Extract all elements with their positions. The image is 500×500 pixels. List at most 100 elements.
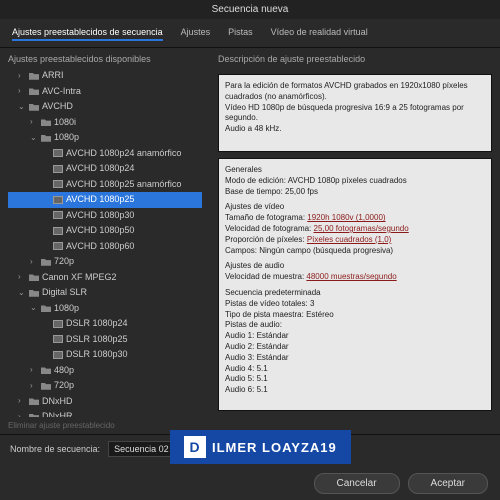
- tree-item-label: DSLR 1080p24: [66, 317, 128, 331]
- chevron-right-icon[interactable]: ›: [30, 256, 38, 268]
- tree-folder[interactable]: › AVC-Intra: [8, 84, 202, 100]
- ok-button[interactable]: Aceptar: [408, 473, 488, 494]
- tree-item-label: AVCHD 1080p30: [66, 209, 134, 223]
- tree-folder[interactable]: ›DNxHR: [8, 409, 202, 417]
- description-box[interactable]: Para la edición de formatos AVCHD grabad…: [218, 74, 492, 152]
- chevron-right-icon[interactable]: ›: [30, 380, 38, 392]
- tree-preset[interactable]: AVCHD 1080p24 anamórfico: [8, 146, 202, 162]
- preset-tree[interactable]: ›ARRI›AVC-Intra⌄AVCHD›1080i⌄1080pAVCHD 1…: [8, 68, 202, 417]
- detail-line: Audio 2: Estándar: [225, 342, 485, 353]
- preset-icon: [53, 351, 63, 359]
- tree-preset[interactable]: DSLR 1080p24: [8, 316, 202, 332]
- tree-folder[interactable]: › ARRI: [8, 68, 202, 84]
- desc-line: Audio a 48 kHz.: [225, 124, 485, 135]
- tree-folder[interactable]: › 1080i: [8, 115, 202, 131]
- chevron-down-icon[interactable]: ⌄: [30, 302, 38, 314]
- tree-preset[interactable]: AVCHD 1080p24: [8, 161, 202, 177]
- preset-icon: [53, 211, 63, 219]
- detail-line: Pistas de vídeo totales: 3: [225, 299, 485, 310]
- tree-folder[interactable]: ›720p: [8, 254, 202, 270]
- tree-item-label: DNxHD: [42, 395, 73, 409]
- group-title: Generales: [225, 165, 485, 176]
- detail-line: Audio 5: 5.1: [225, 374, 485, 385]
- tree-item-label: DNxHR: [42, 410, 73, 417]
- description-label: Descripción de ajuste preestablecido: [218, 54, 492, 64]
- tree-preset[interactable]: AVCHD 1080p30: [8, 208, 202, 224]
- tab-settings[interactable]: Ajustes: [181, 25, 211, 41]
- chevron-down-icon[interactable]: ⌄: [18, 101, 26, 113]
- tree-folder[interactable]: ⌄1080p: [8, 301, 202, 317]
- tree-preset[interactable]: AVCHD 1080p60: [8, 239, 202, 255]
- tree-preset[interactable]: AVCHD 1080p25 anamórfico: [8, 177, 202, 193]
- tab-vr[interactable]: Vídeo de realidad virtual: [271, 25, 368, 41]
- folder-icon: [41, 258, 51, 266]
- tree-item-label: 480p: [54, 364, 74, 378]
- preset-icon: [53, 165, 63, 173]
- desc-line: Para la edición de formatos AVCHD grabad…: [225, 81, 485, 103]
- tree-item-label: DSLR 1080p25: [66, 333, 128, 347]
- folder-icon: [41, 118, 51, 126]
- chevron-down-icon[interactable]: ⌄: [18, 287, 26, 299]
- tree-folder[interactable]: ⌄ 1080p: [8, 130, 202, 146]
- tree-item-label: 1080i: [54, 116, 76, 130]
- detail-line: Audio 6: 5.1: [225, 385, 485, 396]
- dialog-title: Secuencia nueva: [0, 0, 500, 19]
- chevron-right-icon[interactable]: ›: [18, 70, 26, 82]
- detail-line: Tipo de pista maestra: Estéreo: [225, 310, 485, 321]
- folder-icon: [41, 382, 51, 390]
- tree-preset[interactable]: DSLR 1080p30: [8, 347, 202, 363]
- tab-tracks[interactable]: Pistas: [228, 25, 253, 41]
- detail-line: Base de tiempo: 25,00 fps: [225, 187, 485, 198]
- tree-item-label: 720p: [54, 379, 74, 393]
- tree-preset[interactable]: DSLR 1080p25: [8, 332, 202, 348]
- folder-icon: [29, 273, 39, 281]
- watermark-text: ILMER LOAYZA19: [212, 440, 337, 455]
- tree-item-label: ARRI: [42, 69, 64, 83]
- chevron-right-icon[interactable]: ›: [30, 116, 38, 128]
- tree-folder[interactable]: ›Canon XF MPEG2: [8, 270, 202, 286]
- folder-icon: [41, 366, 51, 374]
- watermark-logo-icon: D: [184, 436, 206, 458]
- details-box[interactable]: Generales Modo de edición: AVCHD 1080p p…: [218, 158, 492, 411]
- group-title: Secuencia predeterminada: [225, 288, 485, 299]
- desc-line: Vídeo HD 1080p de búsqueda progresiva 16…: [225, 103, 485, 125]
- sequence-name-label: Nombre de secuencia:: [10, 444, 100, 454]
- chevron-right-icon[interactable]: ›: [30, 364, 38, 376]
- preset-icon: [53, 335, 63, 343]
- tree-item-label: AVC-Intra: [42, 85, 81, 99]
- preset-icon: [53, 242, 63, 250]
- chevron-right-icon[interactable]: ›: [18, 85, 26, 97]
- tree-folder[interactable]: ⌄AVCHD: [8, 99, 202, 115]
- presets-label: Ajustes preestablecidos disponibles: [8, 54, 202, 64]
- folder-icon: [41, 304, 51, 312]
- new-sequence-dialog: Secuencia nueva Ajustes preestablecidos …: [0, 0, 500, 500]
- preset-icon: [53, 320, 63, 328]
- tree-folder[interactable]: › 720p: [8, 378, 202, 394]
- tree-item-label: DSLR 1080p30: [66, 348, 128, 362]
- tree-item-label: AVCHD 1080p24: [66, 162, 134, 176]
- chevron-right-icon[interactable]: ›: [18, 271, 26, 283]
- folder-icon: [29, 397, 39, 405]
- folder-icon: [29, 72, 39, 80]
- chevron-down-icon[interactable]: ⌄: [30, 132, 38, 144]
- tree-folder[interactable]: › 480p: [8, 363, 202, 379]
- tree-folder[interactable]: ⌄Digital SLR: [8, 285, 202, 301]
- tree-preset[interactable]: AVCHD 1080p50: [8, 223, 202, 239]
- tree-item-label: AVCHD 1080p50: [66, 224, 134, 238]
- tree-item-label: 1080p: [54, 131, 79, 145]
- dialog-buttons: Cancelar Aceptar: [0, 467, 500, 500]
- detail-line: Tamaño de fotograma: 1920h 1080v (1,0000…: [225, 213, 485, 224]
- detail-line: Pistas de audio:: [225, 320, 485, 331]
- tree-preset[interactable]: AVCHD 1080p25: [8, 192, 202, 208]
- detail-line: Proporción de píxeles: Píxeles cuadrados…: [225, 235, 485, 246]
- tab-bar: Ajustes preestablecidos de secuencia Aju…: [0, 19, 500, 48]
- tree-folder[interactable]: › DNxHD: [8, 394, 202, 410]
- folder-icon: [29, 87, 39, 95]
- preset-icon: [53, 227, 63, 235]
- chevron-right-icon[interactable]: ›: [18, 395, 26, 407]
- preset-icon: [53, 180, 63, 188]
- tab-presets[interactable]: Ajustes preestablecidos de secuencia: [12, 25, 163, 41]
- preset-icon: [53, 196, 63, 204]
- tree-item-label: AVCHD 1080p60: [66, 240, 134, 254]
- cancel-button[interactable]: Cancelar: [314, 473, 400, 494]
